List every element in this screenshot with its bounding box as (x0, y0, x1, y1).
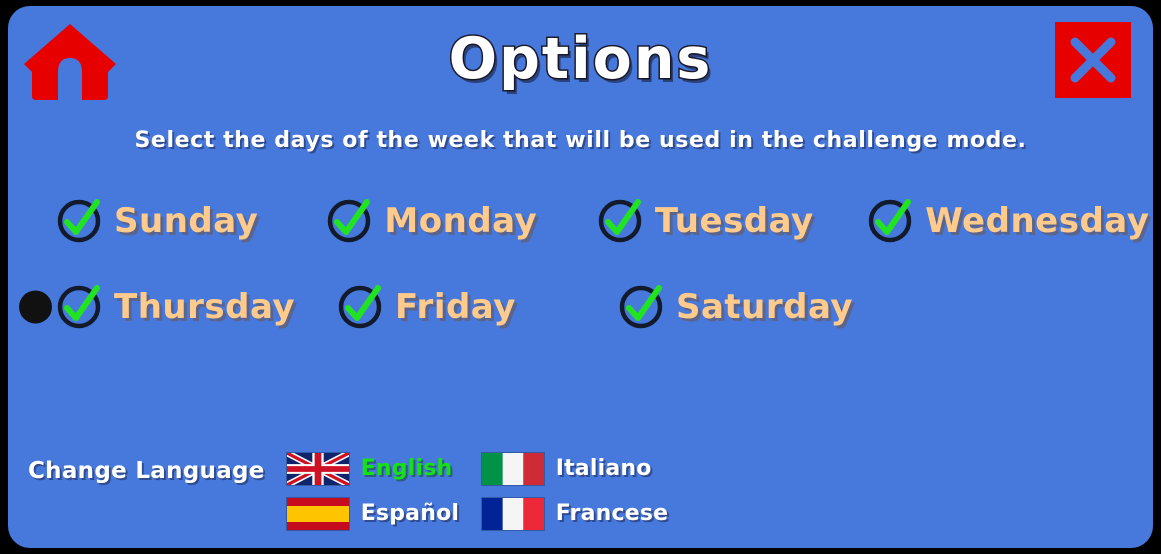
checkbox-checked-icon (597, 198, 643, 244)
instruction-text: Select the days of the week that will be… (134, 128, 1027, 153)
language-name: Español (360, 501, 460, 526)
flag-italy-icon (480, 451, 545, 486)
day-checkbox-sunday[interactable]: Sunday (56, 185, 326, 257)
language-name: English (360, 456, 453, 481)
change-language-label: Change Language (28, 458, 265, 484)
day-label: Sunday (114, 201, 259, 241)
page-title: Options (447, 25, 713, 94)
day-label: Tuesday (654, 201, 814, 241)
checkbox-checked-icon (56, 198, 102, 244)
checkbox-checked-icon (618, 284, 664, 330)
language-option-italiano[interactable]: Italiano (480, 446, 676, 491)
language-option-espanol[interactable]: Español (285, 491, 481, 536)
day-label: Thursday (114, 287, 296, 327)
days-row-1: Sunday Monday Tuesday Wednesday (56, 178, 1156, 264)
language-option-francese[interactable]: Francese (480, 491, 676, 536)
flag-uk-icon (285, 451, 350, 486)
day-label: Saturday (676, 287, 854, 327)
checkbox-checked-icon (56, 284, 102, 330)
day-label: Monday (384, 201, 538, 241)
checkbox-checked-icon (867, 198, 913, 244)
flag-france-icon (480, 496, 545, 531)
language-name: Francese (555, 501, 669, 526)
day-checkbox-wednesday[interactable]: Wednesday (867, 185, 1156, 257)
day-label: Friday (395, 287, 516, 327)
day-checkbox-thursday[interactable]: Thursday (19, 271, 337, 343)
checkbox-checked-icon (337, 284, 383, 330)
close-x-icon (1070, 37, 1116, 83)
days-row-2: Thursday Friday Saturday (19, 264, 1156, 350)
cursor-indicator (19, 290, 52, 324)
day-checkbox-monday[interactable]: Monday (326, 185, 596, 257)
language-name: Italiano (555, 456, 652, 481)
day-checkbox-tuesday[interactable]: Tuesday (597, 185, 867, 257)
day-label: Wednesday (925, 201, 1150, 241)
close-button[interactable] (1055, 22, 1131, 98)
language-options: English Italiano Español Francese (285, 446, 676, 536)
language-section: Change Language English Italiano Español… (28, 442, 1128, 542)
day-checkbox-saturday[interactable]: Saturday (618, 271, 899, 343)
days-grid: Sunday Monday Tuesday Wednesday Thursday… (19, 178, 1156, 350)
day-checkbox-friday[interactable]: Friday (337, 271, 618, 343)
flag-spain-icon (285, 496, 350, 531)
options-screen: Options Select the days of the week that… (0, 0, 1161, 554)
language-option-english[interactable]: English (285, 446, 481, 491)
options-panel: Options Select the days of the week that… (8, 6, 1153, 548)
checkbox-checked-icon (326, 198, 372, 244)
